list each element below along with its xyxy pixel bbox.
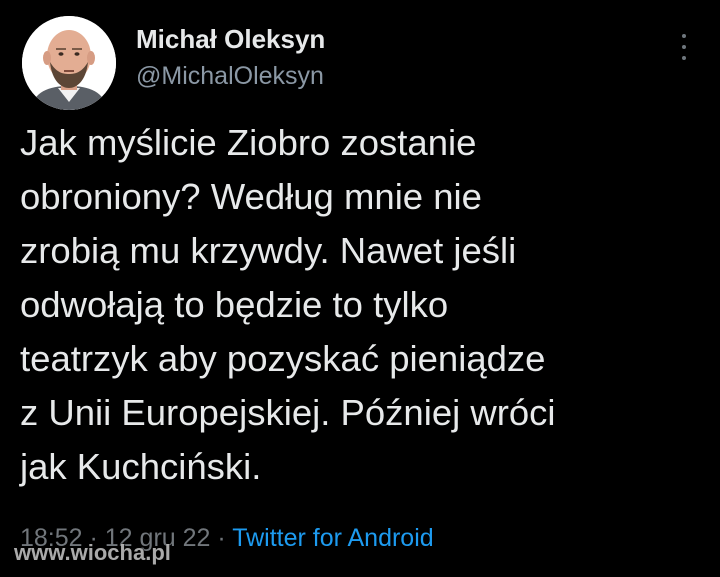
tweet-source-link[interactable]: Twitter for Android (232, 524, 433, 552)
avatar-photo-icon (22, 16, 116, 110)
more-vertical-icon (682, 34, 686, 38)
watermark: www.wiocha.pl (14, 540, 171, 565)
meta-separator: · (210, 524, 233, 552)
display-name[interactable]: Michał Oleksyn (136, 23, 325, 55)
user-handle[interactable]: @MichalOleksyn (136, 59, 325, 93)
tweet-header: Michał Oleksyn @MichalOleksyn (22, 16, 325, 110)
tweet-card: Michał Oleksyn @MichalOleksyn Jak myślic… (0, 0, 720, 577)
author-names: Michał Oleksyn @MichalOleksyn (136, 23, 325, 93)
tweet-text: Jak myślicie Ziobro zostanie obroniony? … (20, 122, 556, 487)
more-options-button[interactable] (676, 34, 692, 60)
avatar[interactable] (22, 16, 116, 110)
